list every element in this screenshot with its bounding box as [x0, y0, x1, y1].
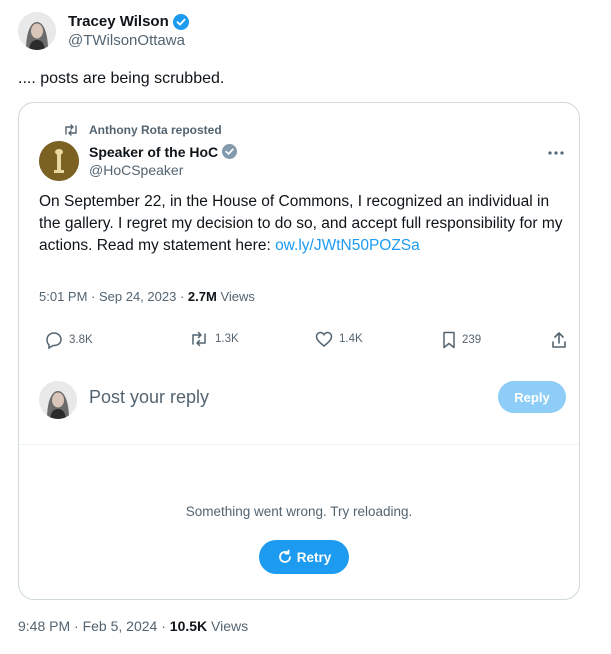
- quoted-views-label: Views: [220, 289, 255, 304]
- repost-action[interactable]: 1.3K: [189, 331, 239, 347]
- more-options-icon[interactable]: [547, 145, 565, 155]
- quoted-post-card[interactable]: Anthony Rota reposted Speaker of the HoC…: [18, 102, 580, 600]
- repost-count: 1.3K: [215, 333, 239, 345]
- repost-indicator: Anthony Rota reposted: [63, 123, 222, 137]
- heart-icon: [315, 331, 333, 347]
- bookmark-icon: [443, 331, 455, 349]
- action-bar: 3.8K 1.3K 1.4K 239: [39, 331, 569, 355]
- quoted-author-name[interactable]: Speaker of the HoC: [89, 143, 218, 161]
- share-icon: [552, 332, 566, 348]
- like-count: 1.4K: [339, 333, 363, 345]
- bookmark-action[interactable]: 239: [442, 331, 481, 349]
- retry-button[interactable]: Retry: [259, 540, 349, 574]
- post-date[interactable]: Feb 5, 2024: [83, 618, 158, 634]
- author-handle[interactable]: @TWilsonOttawa: [68, 31, 189, 50]
- post-text: .... posts are being scrubbed.: [18, 70, 225, 87]
- verified-badge-icon: [172, 13, 189, 30]
- reply-button[interactable]: Reply: [498, 381, 566, 413]
- retry-label: Retry: [296, 549, 332, 565]
- error-message: Something went wrong. Try reloading.: [185, 504, 413, 519]
- reply-action[interactable]: 3.8K: [45, 331, 93, 349]
- repost-icon: [65, 124, 77, 136]
- statement-link[interactable]: ow.ly/JWtN50POZSa: [275, 237, 420, 254]
- share-action[interactable]: [551, 331, 573, 349]
- quoted-time[interactable]: 5:01 PM: [39, 289, 87, 304]
- quoted-post-body: On September 22, in the House of Commons…: [39, 191, 569, 257]
- repost-label[interactable]: Anthony Rota reposted: [89, 123, 222, 137]
- quoted-post-meta: 5:01 PM · Sep 24, 2023 · 2.7M Views: [39, 289, 255, 304]
- quoted-views-count: 2.7M: [187, 289, 217, 304]
- like-action[interactable]: 1.4K: [315, 331, 363, 347]
- post-views-label: Views: [211, 618, 249, 634]
- quoted-author-handle[interactable]: @HoCSpeaker: [89, 161, 238, 179]
- avatar[interactable]: [39, 381, 77, 419]
- post-meta: 9:48 PM · Feb 5, 2024 · 10.5K Views: [18, 618, 249, 634]
- reply-count: 3.8K: [69, 334, 93, 346]
- author-name[interactable]: Tracey Wilson: [68, 12, 169, 31]
- post-header: Tracey Wilson @TWilsonOttawa: [18, 12, 189, 50]
- speaker-avatar[interactable]: [39, 141, 79, 181]
- refresh-icon: [278, 549, 291, 563]
- reply-composer: Reply: [19, 371, 579, 445]
- repost-icon: [192, 331, 206, 347]
- post-views-count: 10.5K: [169, 618, 208, 634]
- reply-input[interactable]: [89, 387, 389, 408]
- avatar[interactable]: [18, 12, 56, 50]
- reply-icon: [46, 332, 62, 349]
- quoted-date[interactable]: Sep 24, 2023: [99, 289, 176, 304]
- verified-badge-icon: [222, 144, 238, 160]
- post-time[interactable]: 9:48 PM: [18, 618, 70, 634]
- bookmark-count: 239: [462, 334, 482, 346]
